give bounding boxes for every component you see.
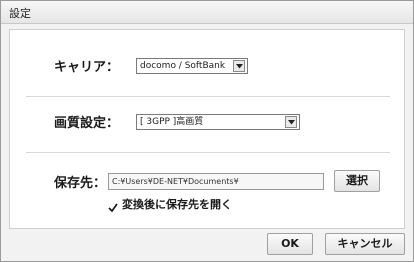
divider	[26, 96, 390, 97]
chevron-down-icon[interactable]	[285, 116, 297, 128]
save-path-field[interactable]: C:¥Users¥DE-NET¥Documents¥	[108, 173, 324, 190]
divider	[26, 152, 390, 153]
cancel-button[interactable]: キャンセル	[325, 233, 405, 255]
checkmark-icon	[108, 203, 118, 213]
quality-select-value: [ 3GPP ]高画質	[140, 117, 204, 127]
quality-select[interactable]: [ 3GPP ]高画質	[136, 114, 300, 130]
dialog-title: 設定	[9, 7, 31, 20]
carrier-label: キャリア：	[54, 60, 120, 75]
quality-label: 画質設定：	[54, 116, 120, 131]
carrier-select-value: docomo / SoftBank	[140, 61, 226, 71]
chevron-down-icon[interactable]	[233, 60, 245, 72]
settings-panel: キャリア： docomo / SoftBank 画質設定： [ 3GPP ]高画…	[9, 29, 405, 229]
ok-button[interactable]: OK	[267, 233, 313, 255]
title-bar[interactable]: 設定	[1, 1, 413, 24]
open-after-checkbox[interactable]	[108, 198, 118, 213]
open-after-label: 変換後に保存先を開く	[122, 198, 232, 211]
settings-dialog: 設定 キャリア： docomo / SoftBank 画質設定： [ 3GPP …	[0, 0, 414, 262]
save-location-label: 保存先：	[54, 176, 107, 191]
carrier-select[interactable]: docomo / SoftBank	[136, 58, 248, 74]
browse-button[interactable]: 選択	[334, 170, 380, 192]
